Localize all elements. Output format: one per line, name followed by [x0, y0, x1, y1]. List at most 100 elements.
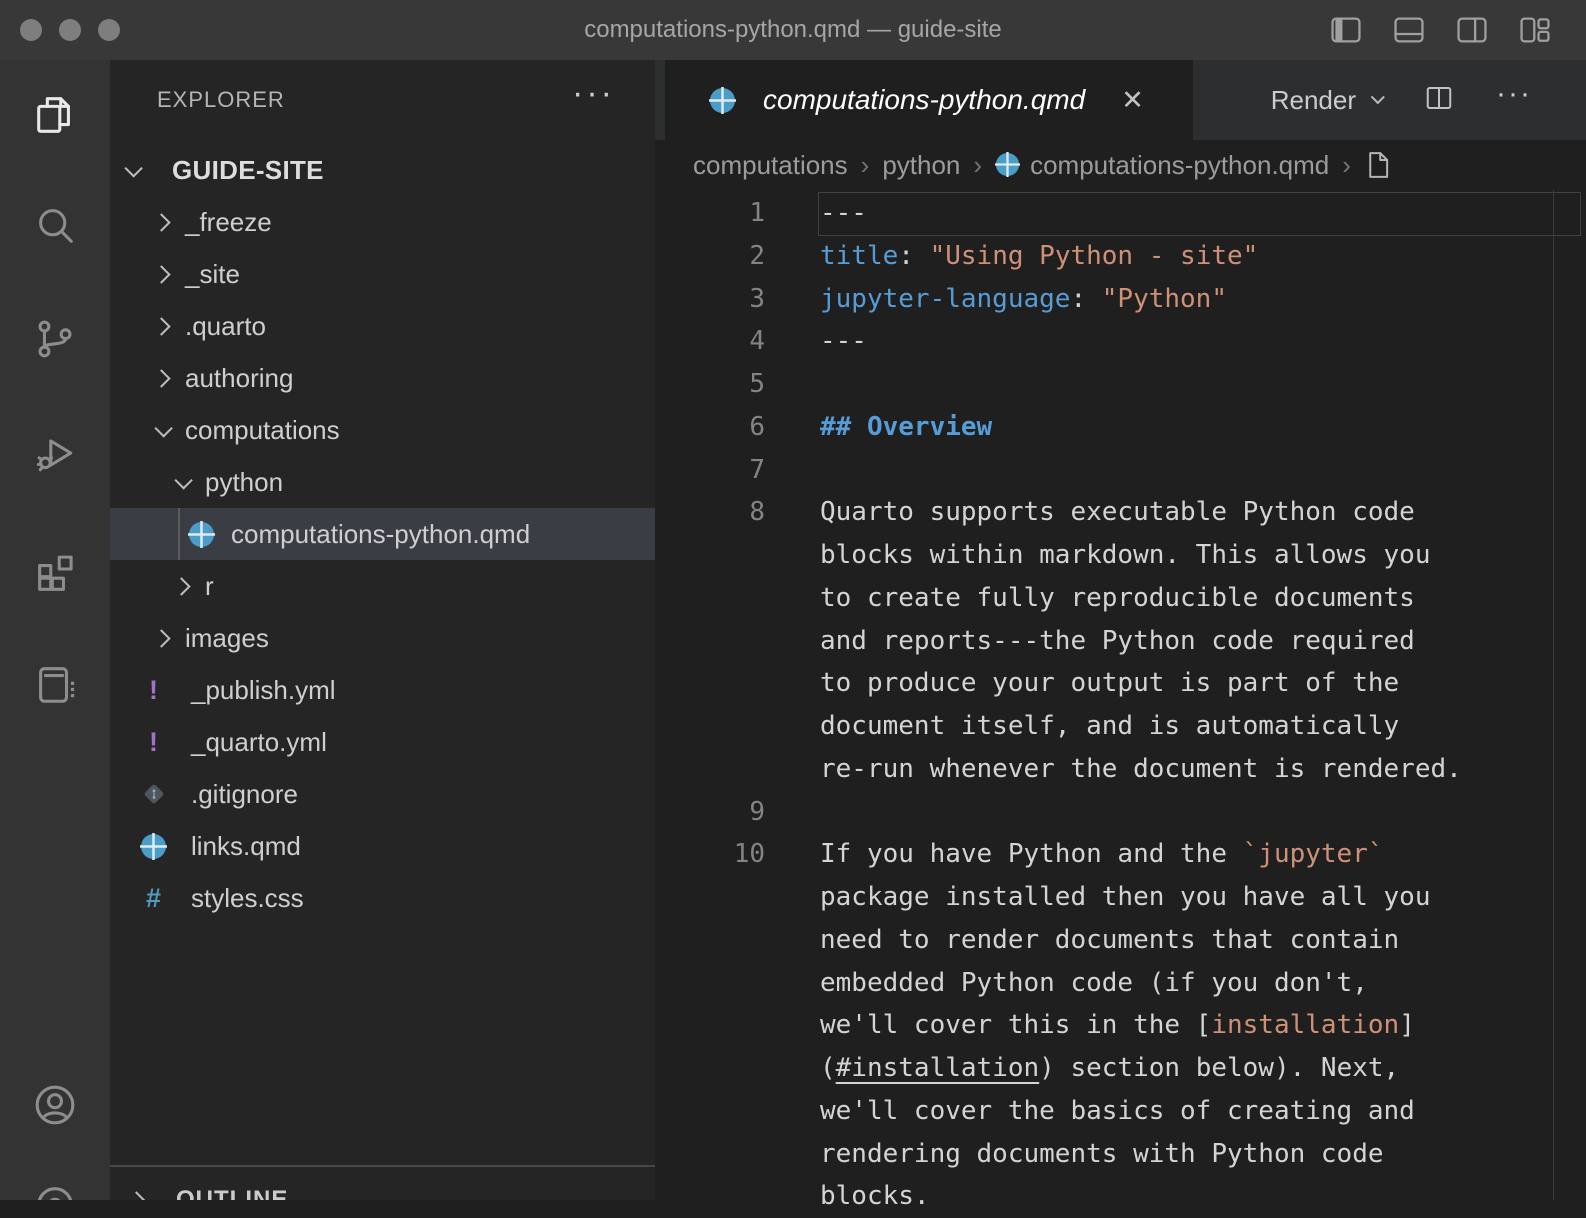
code-token: and reports---the Python code required: [820, 626, 1415, 656]
tree-item-authoring[interactable]: authoring: [110, 352, 655, 404]
toggle-primary-sidebar-icon[interactable]: [1329, 13, 1363, 47]
tree-item-label: _quarto.yml: [191, 727, 327, 758]
code-line: re-run whenever the document is rendered…: [820, 748, 1586, 791]
account-icon[interactable]: [32, 1082, 78, 1128]
yaml-file-icon: !: [140, 729, 167, 756]
notebook-icon[interactable]: [32, 661, 78, 707]
titlebar: computations-python.qmd — guide-site: [0, 0, 1586, 60]
code-token: we'll cover this in the [: [820, 1010, 1211, 1040]
tree-item-label: links.qmd: [191, 831, 301, 862]
toggle-secondary-sidebar-icon[interactable]: [1455, 13, 1489, 47]
line-number: 10: [655, 833, 765, 876]
breadcrumb-item[interactable]: python: [882, 150, 960, 181]
editor-group: computations-python.qmd ✕ Render ··· com…: [655, 60, 1586, 1200]
tab-label: computations-python.qmd: [763, 84, 1085, 116]
line-number: 9: [655, 791, 765, 834]
breadcrumbs: computations › python › computations-python.…: [655, 140, 1586, 190]
yaml-file-icon: !: [140, 677, 167, 704]
workspace-root-item[interactable]: GUIDE-SITE: [110, 144, 655, 196]
tree-item--gitignore[interactable]: .gitignore: [110, 768, 655, 820]
code-line: (#installation) section below). Next,: [820, 1047, 1586, 1090]
line-number: [655, 1004, 765, 1047]
line-number: 1: [655, 192, 765, 235]
chevron-down-icon[interactable]: [1371, 90, 1385, 104]
code-line: If you have Python and the `jupyter`: [820, 833, 1586, 876]
code-line: to produce your output is part of the: [820, 662, 1586, 705]
tree-item-styles-css[interactable]: #styles.css: [110, 872, 655, 924]
line-number: [655, 577, 765, 620]
code-line: we'll cover this in the [installation]: [820, 1004, 1586, 1047]
code-token: ---: [820, 198, 867, 228]
code-line: need to render documents that contain: [820, 919, 1586, 962]
tree-item-label: styles.css: [191, 883, 304, 914]
tree-item--site[interactable]: _site: [110, 248, 655, 300]
chevron-right-icon: [172, 577, 190, 595]
source-control-icon[interactable]: [32, 316, 78, 362]
tab-computations-python[interactable]: computations-python.qmd ✕: [665, 60, 1193, 140]
code-token: Quarto supports executable Python code: [820, 497, 1415, 527]
tree-item--quarto[interactable]: .quarto: [110, 300, 655, 352]
files-icon[interactable]: [32, 92, 78, 138]
tree-item--freeze[interactable]: _freeze: [110, 196, 655, 248]
toggle-panel-icon[interactable]: [1392, 13, 1426, 47]
extensions-icon[interactable]: [32, 546, 78, 592]
code-line: [820, 791, 1586, 834]
tree-item-images[interactable]: images: [110, 612, 655, 664]
code-line: ---: [820, 192, 1586, 235]
render-button[interactable]: Render: [1271, 85, 1356, 116]
code-token: `jupyter`: [1243, 839, 1384, 869]
outline-section-header[interactable]: OUTLINE: [110, 1170, 655, 1200]
line-number: 2: [655, 235, 765, 278]
code-content: --- title: "Using Python - site"jupyter-l…: [820, 192, 1586, 1218]
code-token: "Python": [1102, 284, 1227, 314]
breadcrumb-label: python: [882, 150, 960, 180]
tree-indent-guide: [178, 508, 180, 560]
split-editor-icon[interactable]: [1424, 83, 1454, 118]
quarto-icon: [995, 152, 1020, 184]
tree-item-r[interactable]: r: [110, 560, 655, 612]
tree-item-label: .gitignore: [191, 779, 298, 810]
line-number: [655, 919, 765, 962]
explorer-title: EXPLORER: [157, 87, 285, 113]
code-line: Quarto supports executable Python code: [820, 491, 1586, 534]
tree-item-links-qmd[interactable]: links.qmd: [110, 820, 655, 872]
code-token: blocks within markdown. This allows you: [820, 540, 1430, 570]
tree-item--publish-yml[interactable]: !_publish.yml: [110, 664, 655, 716]
chevron-down-icon: [154, 419, 172, 437]
tree-item-label: authoring: [185, 363, 293, 394]
line-number: [655, 748, 765, 791]
debug-icon[interactable]: [32, 431, 78, 477]
quarto-file-icon: [188, 521, 215, 548]
tree-item-python[interactable]: python: [110, 456, 655, 508]
chevron-right-icon: [152, 265, 170, 283]
code-token: need to render documents that contain: [820, 925, 1399, 955]
code-line: [820, 449, 1586, 492]
editor-more-actions-button[interactable]: ···: [1496, 77, 1532, 111]
gear-icon[interactable]: [32, 1182, 78, 1200]
tree-item-computations[interactable]: computations: [110, 404, 655, 456]
code-line: we'll cover the basics of creating and: [820, 1090, 1586, 1133]
code-editor[interactable]: 12345678910 ---title: "Using Python - si…: [655, 190, 1586, 1200]
code-token: re-run whenever the document is rendered…: [820, 754, 1462, 784]
tree-item-computations-python-qmd[interactable]: computations-python.qmd: [110, 508, 655, 560]
breadcrumb-item[interactable]: [1364, 147, 1404, 184]
tree-item--quarto-yml[interactable]: ! _quarto.yml: [110, 716, 655, 768]
file-tree: _freeze_site.quarto authoring computations…: [110, 196, 655, 924]
breadcrumb-item[interactable]: computations: [693, 150, 848, 181]
close-tab-icon[interactable]: ✕: [1121, 85, 1144, 116]
breadcrumb-separator: ›: [861, 150, 870, 181]
explorer-header: EXPLORER ···: [110, 80, 655, 120]
explorer-more-actions-button[interactable]: ···: [572, 74, 615, 113]
chevron-right-icon: [152, 213, 170, 231]
chevron-right-icon: [152, 369, 170, 387]
search-icon[interactable]: [32, 202, 78, 248]
code-line: jupyter-language: "Python": [820, 278, 1586, 321]
line-number: [655, 962, 765, 1005]
outline-label: OUTLINE: [176, 1186, 288, 1200]
code-line: blocks.: [820, 1175, 1586, 1218]
customize-layout-icon[interactable]: [1518, 13, 1552, 47]
code-line: document itself, and is automatically: [820, 705, 1586, 748]
breadcrumb-separator: ›: [1342, 150, 1351, 181]
breadcrumb-item[interactable]: computations-python.qmd: [995, 149, 1329, 181]
code-line: title: "Using Python - site": [820, 235, 1586, 278]
